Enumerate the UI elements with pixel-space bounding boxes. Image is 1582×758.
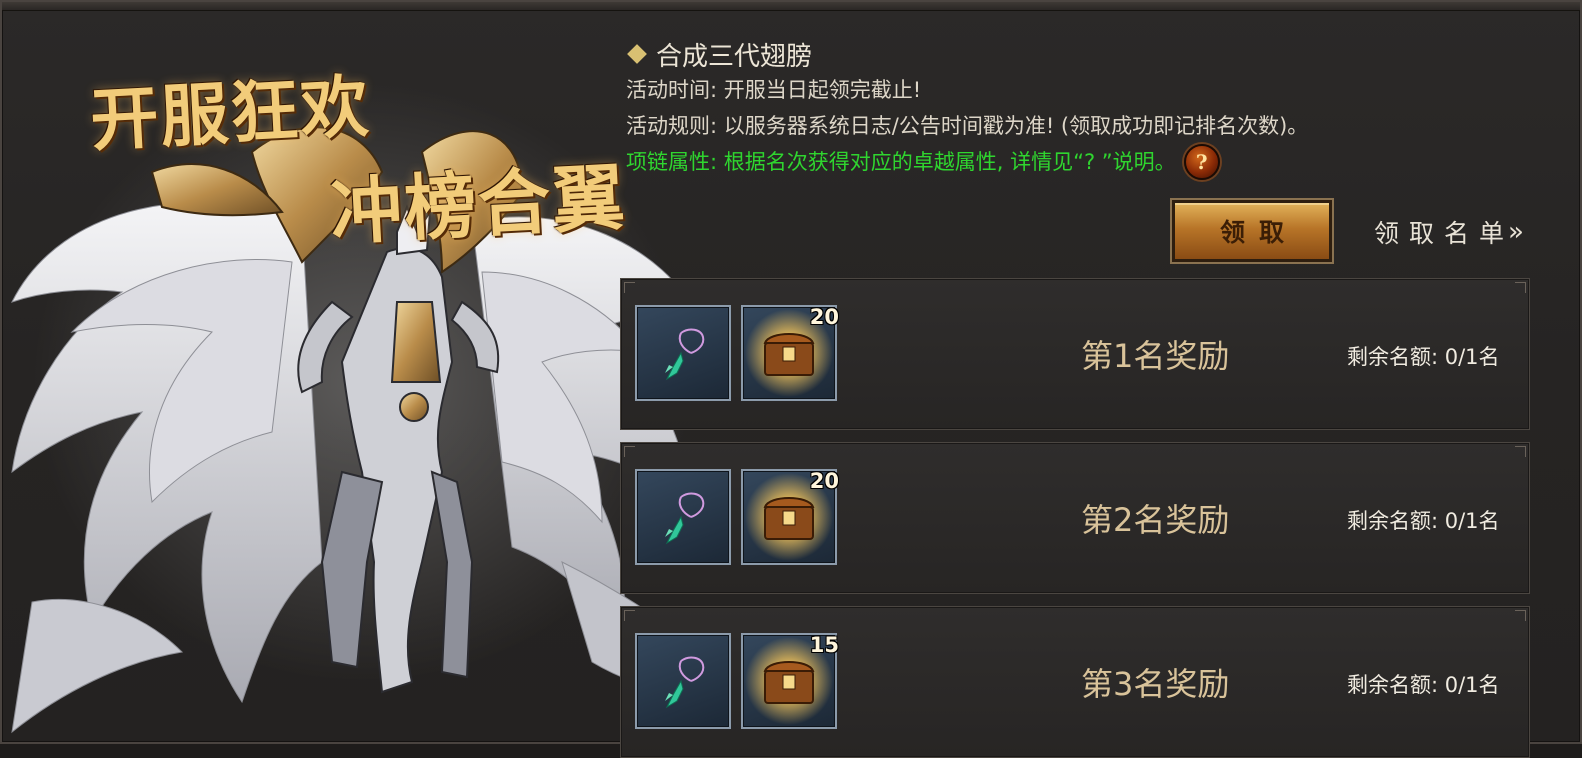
item-count: 15 (809, 633, 839, 657)
banner-line-2: 冲榜合翼 (328, 154, 629, 255)
event-time: 活动时间: 开服当日起领完截止! (626, 78, 922, 102)
rank-reward-label: 第1名奖励 (1081, 337, 1230, 375)
rank-reward-label: 第2名奖励 (1081, 501, 1230, 539)
reward-row-1: 20 第1名奖励 剩余名额: 0/1名 (620, 278, 1530, 430)
event-banner-title: 开服狂欢 冲榜合翼 (88, 42, 650, 255)
necklace-icon[interactable] (635, 469, 731, 565)
item-count: 20 (809, 305, 839, 329)
double-chevron-right-icon: » (1508, 217, 1524, 247)
remaining-quota: 剩余名额: 0/1名 (1347, 673, 1500, 697)
rank-reward-label: 第3名奖励 (1081, 665, 1230, 703)
claim-list-link[interactable]: 领取名单 » (1374, 214, 1524, 250)
claim-button[interactable]: 领取 (1172, 200, 1332, 262)
event-title-text: 合成三代翅膀 (656, 41, 813, 72)
reward-row-3: 15 第3名奖励 剩余名额: 0/1名 (620, 606, 1530, 758)
golden-chest-icon[interactable]: 20 (741, 305, 839, 401)
question-mark-icon[interactable]: ? (1183, 144, 1220, 180)
diamond-bullet-icon (627, 44, 647, 64)
claim-list-label: 领取名单 (1374, 219, 1515, 248)
golden-chest-icon[interactable]: 20 (741, 469, 839, 565)
golden-chest-icon[interactable]: 15 (741, 633, 839, 729)
event-info: 合成三代翅膀 活动时间: 开服当日起领完截止! 活动规则: 以服务器系统日志/公… (626, 36, 1556, 180)
remaining-quota: 剩余名额: 0/1名 (1347, 345, 1500, 369)
necklace-attribute-line: 项链属性: 根据名次获得对应的卓越属性, 详情见“? ”说明。 ? (626, 144, 1556, 180)
remaining-quota: 剩余名额: 0/1名 (1347, 509, 1500, 533)
necklace-icon[interactable] (635, 633, 731, 729)
event-rule: 活动规则: 以服务器系统日志/公告时间戳为准! (领取成功即记排名次数)。 (626, 114, 1309, 138)
necklace-icon[interactable] (635, 305, 731, 401)
event-title: 合成三代翅膀 (626, 36, 1556, 72)
necklace-attribute-text: 项链属性: 根据名次获得对应的卓越属性, 详情见“? ”说明。 (626, 150, 1176, 174)
banner-line-1: 开服狂欢 (88, 66, 373, 162)
item-count: 20 (809, 469, 839, 493)
event-panel: 开服狂欢 冲榜合翼 合成三代翅膀 活动时间: 开服当日起领完截止! 活动规则: … (0, 0, 1582, 758)
reward-row-2: 20 第2名奖励 剩余名额: 0/1名 (620, 442, 1530, 594)
